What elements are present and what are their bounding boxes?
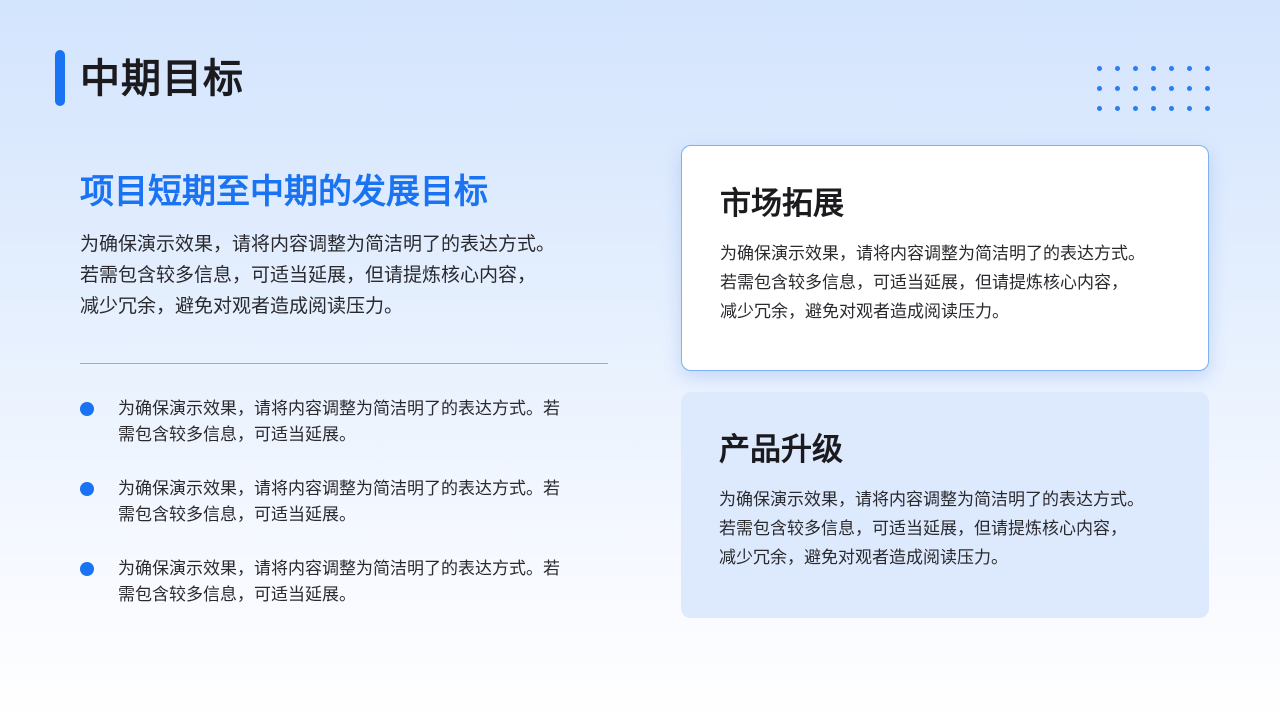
card-line: 为确保演示效果，请将内容调整为简洁明了的表达方式。 xyxy=(720,244,1145,264)
bullet-line: 需包含较多信息，可适当延展。 xyxy=(118,425,356,445)
bullet-line: 为确保演示效果，请将内容调整为简洁明了的表达方式。若 xyxy=(118,559,560,579)
card-text: 为确保演示效果，请将内容调整为简洁明了的表达方式。 若需包含较多信息，可适当延展… xyxy=(719,486,1189,573)
card-line: 若需包含较多信息，可适当延展，但请提炼核心内容， xyxy=(720,273,1128,293)
title-accent-bar xyxy=(55,50,65,106)
card-line: 若需包含较多信息，可适当延展，但请提炼核心内容， xyxy=(719,519,1127,539)
card-market-expansion: 市场拓展 为确保演示效果，请将内容调整为简洁明了的表达方式。 若需包含较多信息，… xyxy=(681,145,1209,371)
bullet-list: 为确保演示效果，请将内容调整为简洁明了的表达方式。若 需包含较多信息，可适当延展… xyxy=(80,396,620,636)
bullet-line: 需包含较多信息，可适当延展。 xyxy=(118,585,356,605)
bullet-line: 为确保演示效果，请将内容调整为简洁明了的表达方式。若 xyxy=(118,399,560,419)
card-product-upgrade: 产品升级 为确保演示效果，请将内容调整为简洁明了的表达方式。 若需包含较多信息，… xyxy=(681,392,1209,618)
section-subtitle: 项目短期至中期的发展目标 xyxy=(80,172,488,212)
list-item: 为确保演示效果，请将内容调整为简洁明了的表达方式。若 需包含较多信息，可适当延展… xyxy=(80,556,620,636)
list-item: 为确保演示效果，请将内容调整为简洁明了的表达方式。若 需包含较多信息，可适当延展… xyxy=(80,476,620,556)
bullet-line: 需包含较多信息，可适当延展。 xyxy=(118,505,356,525)
dot-grid-icon xyxy=(1090,58,1216,112)
card-line: 减少冗余，避免对观者造成阅读压力。 xyxy=(719,548,1008,568)
intro-line: 若需包含较多信息，可适当延展，但请提炼核心内容， xyxy=(80,264,537,286)
card-line: 为确保演示效果，请将内容调整为简洁明了的表达方式。 xyxy=(719,490,1144,510)
bullet-dot-icon xyxy=(80,482,94,496)
card-text: 为确保演示效果，请将内容调整为简洁明了的表达方式。 若需包含较多信息，可适当延展… xyxy=(720,240,1190,327)
bullet-text: 为确保演示效果，请将内容调整为简洁明了的表达方式。若 需包含较多信息，可适当延展… xyxy=(118,556,610,608)
bullet-line: 为确保演示效果，请将内容调整为简洁明了的表达方式。若 xyxy=(118,479,560,499)
card-title: 产品升级 xyxy=(719,432,843,468)
card-title: 市场拓展 xyxy=(720,186,844,222)
intro-line: 为确保演示效果，请将内容调整为简洁明了的表达方式。 xyxy=(80,233,556,255)
section-divider xyxy=(80,363,608,364)
intro-line: 减少冗余，避免对观者造成阅读压力。 xyxy=(80,295,404,317)
bullet-dot-icon xyxy=(80,402,94,416)
intro-paragraph: 为确保演示效果，请将内容调整为简洁明了的表达方式。 若需包含较多信息，可适当延展… xyxy=(80,229,620,322)
list-item: 为确保演示效果，请将内容调整为简洁明了的表达方式。若 需包含较多信息，可适当延展… xyxy=(80,396,620,476)
bullet-dot-icon xyxy=(80,562,94,576)
card-line: 减少冗余，避免对观者造成阅读压力。 xyxy=(720,302,1009,322)
bullet-text: 为确保演示效果，请将内容调整为简洁明了的表达方式。若 需包含较多信息，可适当延展… xyxy=(118,476,610,528)
bullet-text: 为确保演示效果，请将内容调整为简洁明了的表达方式。若 需包含较多信息，可适当延展… xyxy=(118,396,610,448)
page-title: 中期目标 xyxy=(80,56,244,102)
